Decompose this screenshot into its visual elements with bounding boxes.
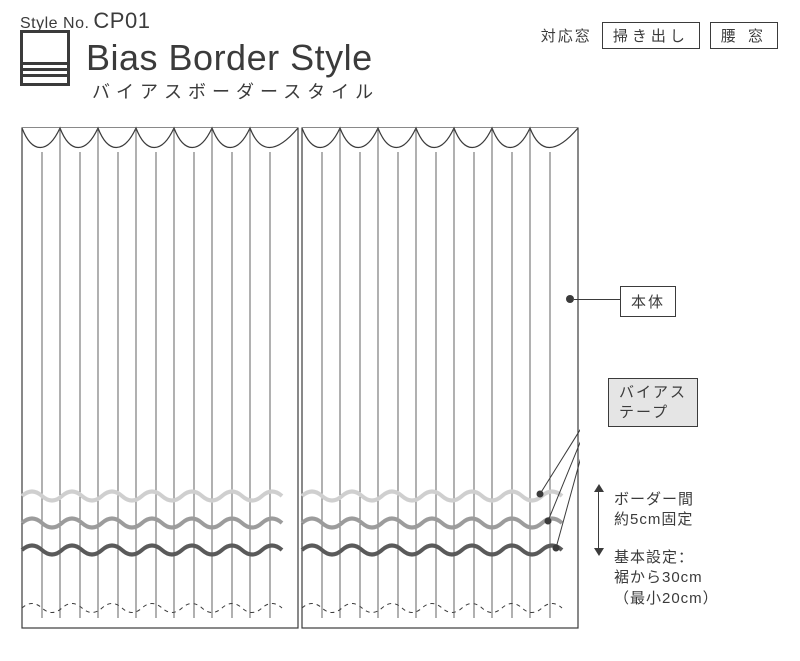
window-type-a: 掃き出し bbox=[602, 22, 700, 49]
curtain-svg bbox=[20, 118, 580, 638]
callout-bias-tape: バイアステープ bbox=[608, 378, 698, 427]
callout-leader-body bbox=[574, 299, 620, 300]
note-baseline: 基本設定：裾から30cm（最小20cm） bbox=[614, 548, 719, 609]
title-en: Bias Border Style bbox=[86, 37, 373, 79]
title-jp: バイアスボーダースタイル bbox=[92, 78, 379, 104]
window-type-tags: 対応窓 掃き出し 腰 窓 bbox=[541, 22, 778, 49]
dim-arrow-bottom bbox=[594, 548, 604, 556]
callout-body: 本体 bbox=[620, 286, 676, 317]
window-type-b: 腰 窓 bbox=[710, 22, 778, 49]
callout-dot-body bbox=[566, 295, 574, 303]
dim-arrow-top bbox=[594, 484, 604, 492]
dim-line-spacing bbox=[598, 492, 599, 548]
curtain-diagram bbox=[20, 118, 580, 638]
note-border-spacing: ボーダー間約5cm固定 bbox=[614, 490, 694, 531]
style-icon bbox=[20, 30, 70, 86]
window-type-label: 対応窓 bbox=[541, 25, 592, 46]
